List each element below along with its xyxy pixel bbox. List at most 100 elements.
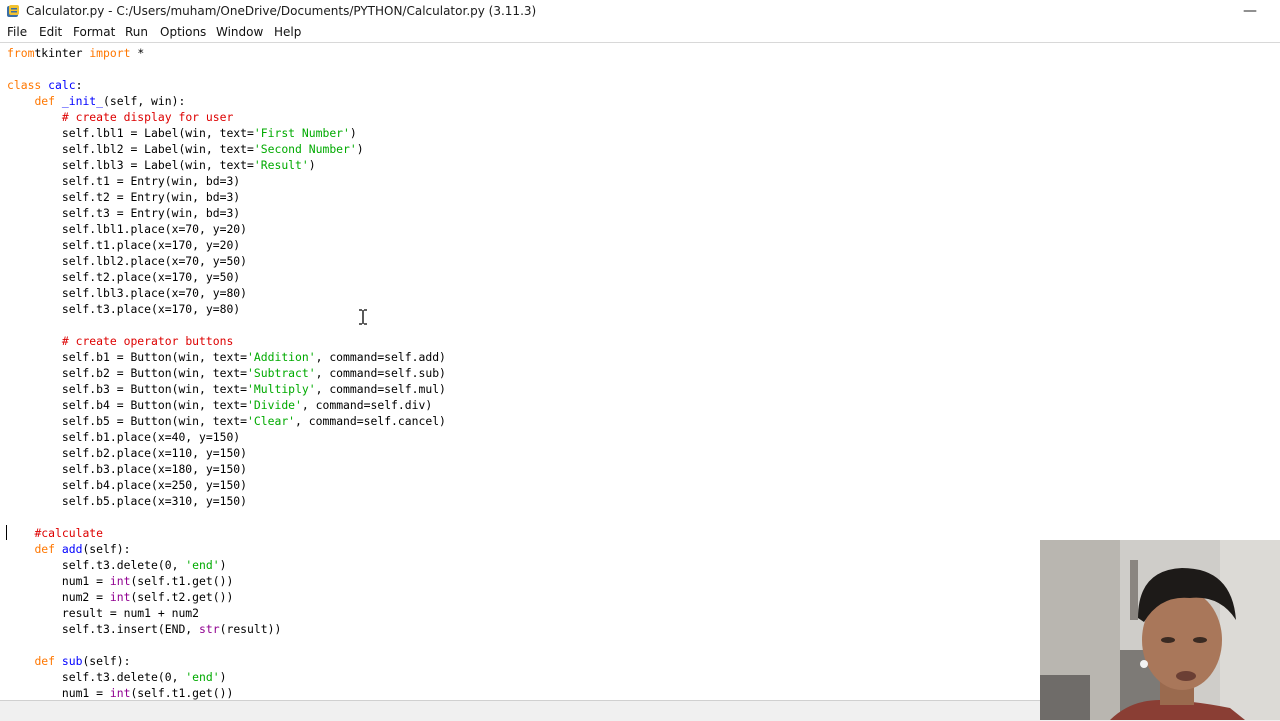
code-token: self.t3.delete(0,: [7, 558, 186, 572]
code-line: def sub(self):: [7, 653, 130, 669]
code-token: self.t3.insert(END,: [7, 622, 200, 636]
code-line: num2 = int(self.t2.get()): [7, 589, 233, 605]
code-line: self.lbl3.place(x=70, y=80): [7, 285, 247, 301]
code-token: , command=self.add): [315, 350, 446, 364]
code-token: 'Addition': [247, 350, 316, 364]
code-line: self.b4 = Button(win, text='Divide', com…: [7, 397, 432, 413]
code-token: self.t3.delete(0,: [7, 670, 186, 684]
window-title: Calculator.py - C:/Users/muham/OneDrive/…: [26, 4, 537, 18]
code-line: class calc:: [7, 77, 82, 93]
code-line: self.lbl1.place(x=70, y=20): [7, 221, 247, 237]
code-line: def _init_(self, win):: [7, 93, 185, 109]
menu-window[interactable]: Window: [216, 25, 263, 39]
menu-format[interactable]: Format: [73, 25, 115, 39]
code-token: (self):: [82, 654, 131, 668]
code-line: self.t3.place(x=170, y=80): [7, 301, 240, 317]
code-token: (self.t2.get()): [130, 590, 234, 604]
code-line: num1 = int(self.t1.get()): [7, 573, 233, 589]
code-line: self.b5 = Button(win, text='Clear', comm…: [7, 413, 446, 429]
code-line: fromtkinter import *: [7, 45, 144, 61]
code-token: (result)): [219, 622, 282, 636]
code-token: 'Result': [253, 158, 309, 172]
webcam-overlay: [1040, 540, 1280, 720]
menu-edit[interactable]: Edit: [39, 25, 62, 39]
python-idle-icon: [7, 5, 19, 17]
webcam-person-image: [1040, 540, 1280, 720]
code-token: self.b4 = Button(win, text=: [7, 398, 248, 412]
code-line: self.t3.insert(END, str(result)): [7, 621, 281, 637]
code-token: self.t1 = Entry(win, bd=3): [7, 174, 241, 188]
code-token: 'First Number': [253, 126, 350, 140]
code-token: self.b5 = Button(win, text=: [7, 414, 248, 428]
code-line: self.b1.place(x=40, y=150): [7, 429, 240, 445]
code-token: :: [75, 78, 83, 92]
code-line: self.t3.delete(0, 'end'): [7, 669, 227, 685]
code-token: (self.t1.get()): [130, 574, 234, 588]
code-token: self.b1.place(x=40, y=150): [7, 430, 241, 444]
code-token: self.t3.place(x=170, y=80): [7, 302, 241, 316]
code-line: self.t3 = Entry(win, bd=3): [7, 205, 240, 221]
code-token: ): [219, 670, 227, 684]
code-token: self.b3.place(x=180, y=150): [7, 462, 248, 476]
code-token: str: [199, 622, 220, 636]
code-token: result = num1 + num2: [7, 606, 200, 620]
code-line: self.b5.place(x=310, y=150): [7, 493, 247, 509]
menu-run[interactable]: Run: [125, 25, 148, 39]
code-token: *: [130, 46, 145, 60]
menu-bar: File Edit Format Run Options Window Help: [0, 24, 1280, 43]
code-line: self.lbl2.place(x=70, y=50): [7, 253, 247, 269]
code-token: self.t2.place(x=170, y=50): [7, 270, 241, 284]
menu-file[interactable]: File: [7, 25, 27, 39]
code-token: self.lbl3 = Label(win, text=: [7, 158, 254, 172]
code-token: sub: [61, 654, 83, 668]
code-token: (self, win):: [103, 94, 186, 108]
code-token: self.t2 = Entry(win, bd=3): [7, 190, 241, 204]
code-token: 'Second Number': [253, 142, 357, 156]
code-line: self.lbl3 = Label(win, text='Result'): [7, 157, 316, 173]
code-token: self.t1.place(x=170, y=20): [7, 238, 241, 252]
code-line: self.t1 = Entry(win, bd=3): [7, 173, 240, 189]
code-line: # create operator buttons: [7, 333, 233, 349]
code-token: num1 =: [7, 574, 110, 588]
code-token: self.b1 = Button(win, text=: [7, 350, 248, 364]
code-line: self.b2.place(x=110, y=150): [7, 445, 247, 461]
code-line: self.t2 = Entry(win, bd=3): [7, 189, 240, 205]
code-line: def add(self):: [7, 541, 130, 557]
code-line: # create display for user: [7, 109, 233, 125]
text-cursor-icon: [359, 309, 367, 325]
code-token: self.lbl2.place(x=70, y=50): [7, 254, 248, 268]
code-token: self.lbl1.place(x=70, y=20): [7, 222, 248, 236]
code-token: _init_: [61, 94, 104, 108]
code-line: self.t2.place(x=170, y=50): [7, 269, 240, 285]
code-token: , command=self.sub): [315, 366, 446, 380]
code-token: calc: [48, 78, 76, 92]
code-line: result = num1 + num2: [7, 605, 199, 621]
code-token: self.b5.place(x=310, y=150): [7, 494, 248, 508]
title-bar: Calculator.py - C:/Users/muham/OneDrive/…: [0, 0, 1280, 24]
code-line: self.t1.place(x=170, y=20): [7, 237, 240, 253]
code-token: , command=self.mul): [315, 382, 446, 396]
code-line: self.b2 = Button(win, text='Subtract', c…: [7, 365, 446, 381]
code-token: num1 =: [7, 686, 110, 700]
code-token: int: [109, 686, 131, 700]
menu-options[interactable]: Options: [160, 25, 206, 39]
code-line: self.b3.place(x=180, y=150): [7, 461, 247, 477]
text-caret: [6, 525, 7, 540]
code-token: ): [308, 158, 316, 172]
code-token: 'Multiply': [247, 382, 316, 396]
code-token: self.b3 = Button(win, text=: [7, 382, 248, 396]
minimize-button[interactable]: —: [1227, 0, 1273, 24]
code-token: ): [349, 126, 357, 140]
code-token: (self.t1.get()): [130, 686, 234, 700]
code-token: ): [356, 142, 364, 156]
code-token: def: [34, 654, 62, 668]
code-token: 'Subtract': [247, 366, 316, 380]
code-token: , command=self.cancel): [295, 414, 446, 428]
menu-help[interactable]: Help: [274, 25, 301, 39]
code-token: #calculate: [34, 526, 104, 540]
